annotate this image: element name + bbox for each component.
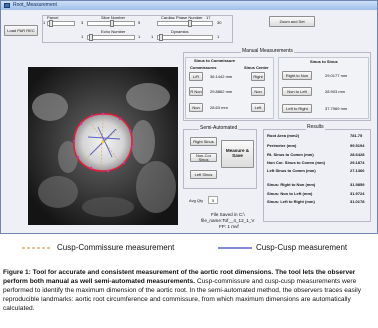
result-label: Sinus: Left to Right (mm) [267, 199, 315, 204]
result-value: 28.6428 [350, 152, 365, 157]
non-sinus-center-button[interactable]: Non [251, 87, 265, 96]
load-par-rec-button[interactable]: Load PAR REC [4, 25, 38, 36]
cardiac-phase-slider[interactable] [157, 20, 213, 27]
result-label: Left Sinus to Comm (mm) [267, 168, 316, 173]
result-value: 99.5194 [350, 143, 365, 148]
right-to-non-button[interactable]: Right to Non [282, 71, 312, 80]
lr-distance-value: 36.1442 mm [210, 74, 233, 79]
non-to-left-value: 28.903 mm [325, 89, 346, 94]
r-non-distance-value: 29.8862 mm [210, 89, 233, 94]
file-saved-path: File Saved in C:\ [211, 212, 245, 217]
slice-number-value: 3 [81, 20, 84, 25]
result-label: Sinus: Non to Left (mm) [267, 191, 313, 196]
semi-automated-title: Semi-Automated [199, 125, 239, 131]
cardiac-phase-label: Cardiac Phase Number [161, 15, 203, 20]
result-label: Sinus: Right to Non (mm) [267, 182, 316, 187]
non-cor-sinus-button[interactable]: Non-Cor Sinus [190, 153, 217, 162]
cusp-commissure-legend-label: Cusp-Commissure measurement [57, 243, 175, 252]
result-label: Rt. Sinus to Comm (mm) [267, 152, 314, 157]
echo-number-max: 1 [138, 34, 141, 39]
lr-commissure-button[interactable]: L/R [189, 72, 203, 81]
left-to-right-button[interactable]: Left to Right [282, 104, 312, 113]
result-value: 31.9724 [350, 191, 365, 196]
non-distance-value: 28.63 mm [210, 105, 228, 110]
right-sinus-button[interactable]: Right Sinus [190, 137, 217, 146]
root-center-marker [101, 140, 105, 144]
result-value: 29.1874 [350, 160, 365, 165]
manual-measurements-title: Manual Measurements [241, 48, 294, 54]
result-label: Non Cor. Sinus to Comm (mm) [267, 160, 325, 165]
echo-number-slider[interactable] [87, 34, 135, 41]
slice-number-slider[interactable] [87, 20, 135, 27]
dynamics-slider[interactable] [157, 34, 213, 41]
slice-number-max: 5 [138, 20, 141, 25]
parcel-slider-thumb[interactable] [49, 20, 53, 27]
echo-number-value: 1 [81, 34, 84, 39]
right-sinus-center-button[interactable]: Right [251, 72, 265, 81]
r-non-commissure-button[interactable]: R Non [189, 87, 203, 96]
avg-qty-input[interactable]: 5 [208, 196, 218, 204]
parcel-slider[interactable] [47, 20, 75, 27]
avg-qty-label: Avg Qty [189, 198, 204, 203]
window-title: Root_Measurement [13, 2, 57, 8]
file-saved-phase: FP: 1 mvf [219, 224, 239, 229]
app-window: Root_Measurement Load PAR REC Parcel 1 S… [0, 0, 378, 234]
result-value: 27.1366 [350, 168, 365, 173]
right-to-non-value: 29.0177 mm [325, 73, 348, 78]
non-commissure-button[interactable]: Non [189, 103, 203, 112]
dynamics-value: 1 [151, 34, 154, 39]
avg-qty-value: 5 [212, 198, 215, 203]
echo-number-slider-thumb[interactable] [89, 34, 93, 41]
result-value: 31.9859 [350, 182, 365, 187]
cusp-cusp-legend-swatch [218, 247, 252, 249]
figure-caption: Figure 1: Tool for accurate and consiste… [3, 268, 375, 313]
zoom-and-set-button[interactable]: Zoom and Set [269, 16, 315, 27]
dynamics-max: 1 [217, 34, 220, 39]
measure-and-save-button[interactable]: Measure & Save [221, 140, 254, 168]
commissures-label: Commissures [190, 65, 217, 70]
sinus-center-label: Sinus Center [244, 65, 269, 70]
cusp-cusp-legend-label: Cusp-Cusp measurement [256, 243, 348, 252]
left-sinus-button[interactable]: Left Sinus [190, 170, 217, 179]
sinus-to-sinus-title: Sinus to Sinus [310, 59, 338, 64]
cusp-commissure-legend-swatch [22, 247, 52, 249]
sinus-to-commissure-title: Sinus to Commissure [194, 58, 236, 63]
title-bar: Root_Measurement [1, 1, 377, 10]
cardiac-phase-slider-thumb[interactable] [188, 20, 192, 27]
results-title: Results [306, 124, 325, 130]
left-to-right-value: 37.7969 mm [325, 106, 348, 111]
app-icon [4, 3, 10, 8]
result-value: 31.0178 [350, 199, 365, 204]
result-label: Root Area (mm2) [267, 133, 300, 138]
dynamics-slider-thumb[interactable] [159, 34, 163, 41]
mri-image-viewer[interactable] [28, 67, 178, 225]
cardiac-phase-max: 30 [217, 20, 222, 25]
mri-image [28, 67, 178, 225]
parcel-value: 1 [43, 20, 46, 25]
echo-number-label: Echo Number [101, 29, 126, 34]
non-to-left-button[interactable]: Non to Left [282, 87, 312, 96]
slice-number-slider-thumb[interactable] [110, 20, 114, 27]
result-label: Perimeter (mm) [267, 143, 297, 148]
left-sinus-center-button[interactable]: Left [251, 103, 265, 112]
cardiac-phase-value: 17 [206, 15, 211, 20]
file-saved-name: file_name:Tof__4_12_1_V [201, 218, 255, 223]
dynamics-label: Dynamics [171, 29, 189, 34]
result-value: 781.75 [350, 133, 363, 138]
